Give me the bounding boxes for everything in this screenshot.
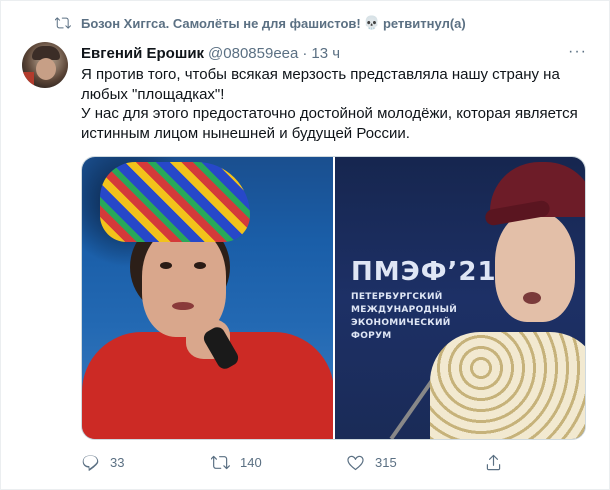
forum-logo: ПМЭФ’21 ПЕТЕРБУРГСКИЙ МЕЖДУНАРОДНЫЙ ЭКОН… bbox=[351, 257, 497, 343]
retweet-button[interactable]: 140 bbox=[211, 453, 262, 472]
tweet-text-line: У нас для этого предостаточно достойной … bbox=[81, 105, 578, 122]
skull-emoji: 💀 bbox=[363, 15, 380, 30]
retweet-banner[interactable]: Бозон Хиггса. Самолёты не для фашистов! … bbox=[55, 13, 466, 33]
retweet-count: 140 bbox=[240, 455, 262, 470]
retweet-icon bbox=[55, 15, 71, 31]
author-name[interactable]: Евгений Ерошик bbox=[81, 45, 204, 62]
tweet-timestamp[interactable]: 13 ч bbox=[311, 45, 340, 62]
forum-line: ЭКОНОМИЧЕСКИЙ bbox=[351, 318, 451, 328]
tweet-media[interactable]: ПМЭФ’21 ПЕТЕРБУРГСКИЙ МЕЖДУНАРОДНЫЙ ЭКОН… bbox=[81, 156, 586, 440]
reply-button[interactable]: 33 bbox=[81, 453, 124, 472]
tweet-text: Я против того, чтобы всякая мерзость пре… bbox=[81, 65, 591, 143]
tweet-header: Евгений Ерошик @080859eea · 13 ч ··· bbox=[81, 43, 589, 63]
avatar[interactable] bbox=[22, 42, 68, 88]
like-button[interactable]: 315 bbox=[346, 453, 397, 472]
tweet-text-line: Я против того, чтобы всякая мерзость пре… bbox=[81, 66, 560, 83]
retweet-icon bbox=[211, 455, 230, 470]
tweet-actions: 33 140 315 bbox=[81, 453, 586, 475]
tweet-card[interactable]: Бозон Хиггса. Самолёты не для фашистов! … bbox=[0, 0, 610, 490]
share-button[interactable] bbox=[484, 453, 513, 472]
reply-count: 33 bbox=[110, 455, 125, 470]
share-icon bbox=[486, 454, 501, 471]
author-handle[interactable]: @080859eea bbox=[208, 45, 298, 62]
separator-dot: · bbox=[302, 44, 308, 62]
retweet-suffix: ретвитнул(а) bbox=[382, 15, 466, 31]
more-horizontal-icon[interactable]: ··· bbox=[568, 43, 587, 61]
heart-icon bbox=[347, 455, 364, 471]
tweet-text-line: любых "площадках"! bbox=[81, 85, 225, 103]
tweet-text-line: истинным лицом нынешней и будущей России… bbox=[81, 124, 410, 142]
media-photo-left[interactable] bbox=[82, 157, 333, 439]
forum-line: МЕЖДУНАРОДНЫЙ bbox=[351, 305, 458, 315]
retweeter-name[interactable]: Бозон Хиггса. Самолёты не для фашистов! bbox=[81, 16, 361, 31]
media-photo-right[interactable]: ПМЭФ’21 ПЕТЕРБУРГСКИЙ МЕЖДУНАРОДНЫЙ ЭКОН… bbox=[333, 157, 585, 439]
like-count: 315 bbox=[375, 455, 397, 470]
forum-title: ПМЭФ’21 bbox=[351, 257, 497, 287]
forum-line: ПЕТЕРБУРГСКИЙ bbox=[351, 292, 443, 302]
reply-icon bbox=[82, 455, 99, 471]
